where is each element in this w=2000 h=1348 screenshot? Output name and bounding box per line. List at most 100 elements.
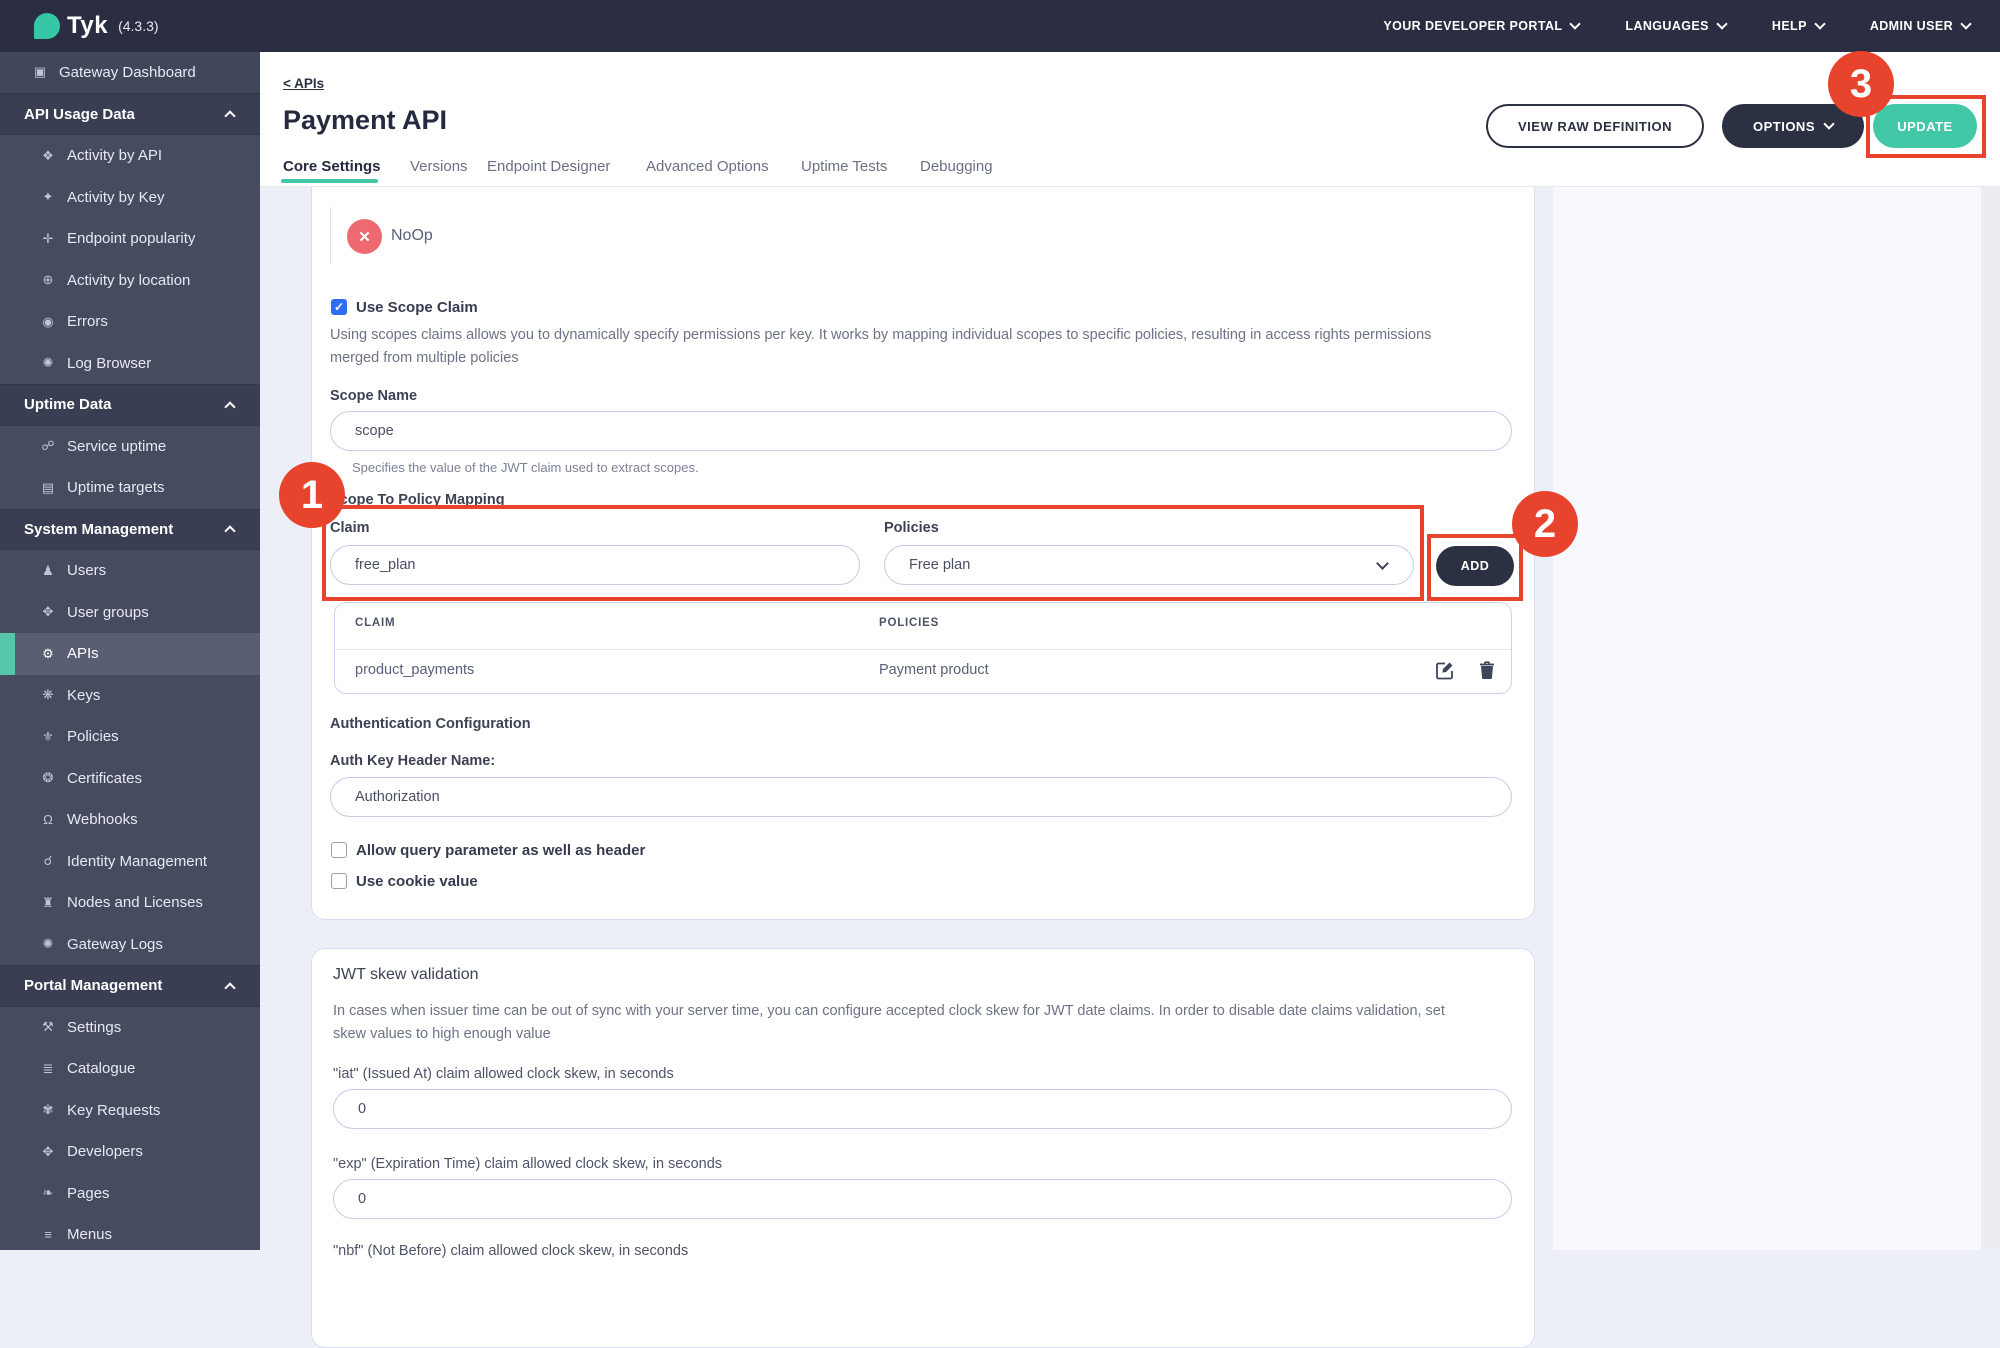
trash-icon[interactable] [1477, 660, 1497, 680]
chevron-down-icon [1960, 18, 1971, 29]
annotation-box-add-button [1427, 534, 1523, 601]
sidebar-item-nodes-and-licenses[interactable]: ♜ Nodes and Licenses [0, 882, 260, 924]
view-raw-definition-button[interactable]: VIEW RAW DEFINITION [1486, 104, 1704, 148]
tab-advanced-options[interactable]: Advanced Options [646, 158, 769, 175]
user-icon: ♟ [38, 563, 58, 579]
sidebar-item-settings[interactable]: ⚒ Settings [0, 1007, 260, 1049]
chevron-up-icon [224, 982, 235, 993]
sidebar-item-apis[interactable]: ⚙ APIs [0, 633, 260, 675]
wrench-icon: ⚒ [38, 1019, 58, 1035]
sidebar-item-uptime-targets[interactable]: ▤ Uptime targets [0, 467, 260, 509]
sidebar-item-log-browser[interactable]: ✺ Log Browser [0, 343, 260, 385]
auth-mode-list-rule [330, 207, 331, 264]
sidebar-item-gateway-dashboard[interactable]: ▣ Gateway Dashboard [0, 52, 260, 94]
uptime-icon: ☍ [38, 438, 58, 454]
scope-claim-description-line1: Using scopes claims allows you to dynami… [330, 327, 1431, 343]
tab-core-settings[interactable]: Core Settings [283, 158, 381, 175]
scope-name-input[interactable] [330, 411, 1512, 451]
use-scope-claim-checkbox[interactable]: ✓ [331, 299, 347, 315]
sidebar-item-identity-management[interactable]: ☌ Identity Management [0, 841, 260, 883]
use-scope-claim-label: Use Scope Claim [356, 299, 478, 316]
branch-icon: ✛ [38, 231, 58, 247]
annotation-step-3: 3 [1828, 51, 1894, 117]
bug-icon: ✺ [38, 355, 58, 371]
sidebar-item-activity-by-api[interactable]: ❖ Activity by API [0, 135, 260, 177]
scrollbar-track[interactable] [1981, 187, 2000, 1250]
menu-developer-portal[interactable]: YOUR DEVELOPER PORTAL [1383, 19, 1579, 33]
policy-icon: ⚜ [38, 729, 58, 745]
menu-languages[interactable]: LANGUAGES [1625, 19, 1725, 33]
jwt-skew-description-line2: skew values to high enough value [333, 1026, 551, 1042]
nbf-skew-label: "nbf" (Not Before) claim allowed clock s… [333, 1243, 688, 1259]
sidebar-item-user-groups[interactable]: ✥ User groups [0, 592, 260, 634]
chevron-down-icon [1716, 18, 1727, 29]
globe-icon: ⊕ [38, 272, 58, 288]
sidebar-item-activity-by-key[interactable]: ✦ Activity by Key [0, 177, 260, 219]
key-icon: ✦ [38, 189, 58, 205]
table-header-policies: POLICIES [879, 617, 939, 629]
list-icon: ▤ [38, 480, 58, 496]
sidebar-item-activity-by-location[interactable]: ⊕ Activity by location [0, 260, 260, 302]
tab-endpoint-designer[interactable]: Endpoint Designer [487, 158, 610, 175]
tyk-logo-icon [34, 13, 60, 39]
iat-skew-label: "iat" (Issued At) claim allowed clock sk… [333, 1066, 674, 1082]
tab-versions[interactable]: Versions [410, 158, 468, 175]
use-cookie-value-checkbox[interactable] [331, 873, 347, 889]
sidebar-section-api-usage-data[interactable]: API Usage Data [0, 94, 260, 136]
annotation-step-2: 2 [1512, 491, 1578, 557]
sidebar-item-users[interactable]: ♟ Users [0, 550, 260, 592]
scope-policy-table: CLAIM POLICIES product_payments Payment … [334, 602, 1512, 694]
sidebar-section-system-management[interactable]: System Management [0, 509, 260, 551]
sidebar-item-key-requests[interactable]: ✾ Key Requests [0, 1090, 260, 1132]
sidebar-item-catalogue[interactable]: ≣ Catalogue [0, 1048, 260, 1090]
sidebar-item-errors[interactable]: ◉ Errors [0, 301, 260, 343]
chevron-down-icon [1570, 18, 1581, 29]
table-header-claim: CLAIM [355, 617, 395, 629]
catalogue-icon: ≣ [38, 1061, 58, 1077]
keys-icon: ❋ [38, 687, 58, 703]
sidebar-item-certificates[interactable]: ❂ Certificates [0, 758, 260, 800]
hamburger-icon: ≡ [38, 1227, 58, 1242]
tab-uptime-tests[interactable]: Uptime Tests [801, 158, 887, 175]
sidebar-item-gateway-logs[interactable]: ✺ Gateway Logs [0, 924, 260, 966]
chevron-down-icon [1823, 118, 1834, 129]
building-icon: ♜ [38, 895, 58, 911]
right-panel-background [1553, 187, 1981, 1250]
table-cell-policy: Payment product [879, 662, 989, 678]
exp-skew-input[interactable] [333, 1179, 1512, 1219]
tyk-logo-text: Tyk [67, 12, 108, 40]
scope-name-helper: Specifies the value of the JWT claim use… [352, 460, 699, 475]
edit-icon[interactable] [1435, 660, 1455, 680]
annotation-step-1: 1 [279, 462, 345, 528]
monitor-icon: ▣ [30, 64, 50, 80]
sidebar-item-keys[interactable]: ❋ Keys [0, 675, 260, 717]
sidebar-item-webhooks[interactable]: Ω Webhooks [0, 799, 260, 841]
bug-icon: ✺ [38, 936, 58, 952]
top-navbar: Tyk (4.3.3) YOUR DEVELOPER PORTAL LANGUA… [0, 0, 2000, 52]
auth-key-header-input[interactable] [330, 777, 1512, 817]
chevron-up-icon [224, 401, 235, 412]
noop-x-icon[interactable]: ✕ [347, 219, 382, 254]
breadcrumb[interactable]: < APIs [283, 76, 324, 91]
tyk-logo[interactable]: Tyk (4.3.3) [34, 12, 159, 40]
menu-admin-user[interactable]: ADMIN USER [1870, 19, 1970, 33]
sidebar-item-developers[interactable]: ✥ Developers [0, 1131, 260, 1173]
leaf-icon: ❧ [38, 1185, 58, 1201]
menu-help[interactable]: HELP [1772, 19, 1824, 33]
allow-query-param-checkbox[interactable] [331, 842, 347, 858]
navbar-menus: YOUR DEVELOPER PORTAL LANGUAGES HELP ADM… [1383, 0, 1970, 52]
version-label: (4.3.3) [118, 18, 158, 34]
sidebar-section-portal-management[interactable]: Portal Management [0, 965, 260, 1007]
table-divider [335, 649, 1511, 650]
sidebar-section-uptime-data[interactable]: Uptime Data [0, 384, 260, 426]
sidebar-item-pages[interactable]: ❧ Pages [0, 1173, 260, 1215]
sidebar-item-policies[interactable]: ⚜ Policies [0, 716, 260, 758]
sidebar-item-endpoint-popularity[interactable]: ✛ Endpoint popularity [0, 218, 260, 260]
tab-debugging[interactable]: Debugging [920, 158, 993, 175]
scope-claim-description-line2: merged from multiple policies [330, 350, 519, 366]
active-tab-indicator [281, 179, 378, 183]
users-group-icon: ✥ [38, 1144, 58, 1160]
iat-skew-input[interactable] [333, 1089, 1512, 1129]
sidebar-item-service-uptime[interactable]: ☍ Service uptime [0, 426, 260, 468]
sidebar-item-menus[interactable]: ≡ Menus [0, 1214, 260, 1256]
